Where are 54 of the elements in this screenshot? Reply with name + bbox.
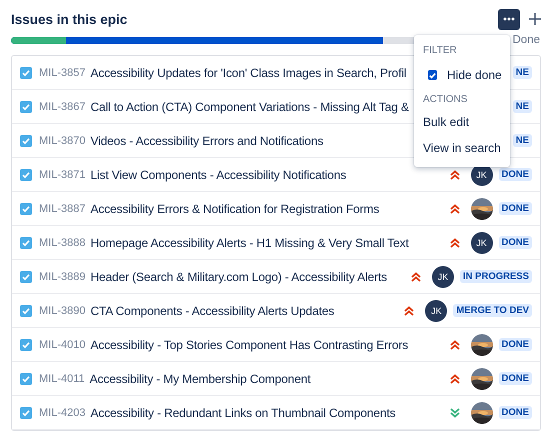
progress-label: Done <box>512 34 540 46</box>
menu-item-label: Hide done <box>447 68 502 82</box>
issue-key[interactable]: MIL-3867 <box>39 100 86 112</box>
issue-row[interactable]: MIL-3890 CTA Components - Accessibility Alerts Updates JK MERGE TO DEV <box>12 294 540 328</box>
status-lozenge: DONE <box>498 372 532 385</box>
issue-row[interactable]: MIL-4011 Accessibility - My Membership Component DONE <box>12 362 540 396</box>
status-lozenge: MERGE TO DEV <box>453 304 532 317</box>
issue-key[interactable]: MIL-4011 <box>39 372 85 384</box>
issue-row[interactable]: MIL-4010 Accessibility - Top Stories Component Has Contrasting Errors DONE <box>12 328 540 362</box>
user-avatar[interactable]: JK <box>470 232 493 254</box>
menu-heading: FILTER <box>422 44 458 58</box>
issue-summary[interactable]: CTA Components - Accessibility Alerts Updates <box>90 304 334 318</box>
status-lozenge: DONE <box>498 168 532 181</box>
status-lozenge: DONE <box>498 202 532 215</box>
user-avatar[interactable]: JK <box>425 300 448 322</box>
issue-summary[interactable]: Videos - Accessibility Errors and Notifications <box>90 134 324 148</box>
issue-row[interactable]: MIL-3888 Homepage Accessibility Alerts - H1 Missing & Very Small Text JK DONE <box>12 226 540 260</box>
issue-key[interactable]: MIL-4203 <box>39 406 86 418</box>
issue-key[interactable]: MIL-3857 <box>39 66 86 78</box>
issue-key[interactable]: MIL-3890 <box>39 304 86 316</box>
issue-summary[interactable]: Accessibility - Top Stories Component Has Contrasting Errors <box>90 338 408 352</box>
status-lozenge: NE <box>512 134 532 147</box>
section-title: Issues in this epic <box>11 12 128 26</box>
issue-row[interactable]: MIL-3889 Header (Search & Military.com Logo) - Accessibility Alerts JK IN PROGRESS <box>12 260 540 294</box>
menu-item[interactable]: View in search <box>414 135 510 161</box>
menu-checkbox-item[interactable]: Hide done <box>414 60 510 90</box>
issue-key[interactable]: MIL-4010 <box>39 338 86 350</box>
issue-summary[interactable]: Accessibility Updates for 'Icon' Class Images in Search, Profil <box>90 66 406 80</box>
status-lozenge: DONE <box>498 338 532 351</box>
user-avatar[interactable]: JK <box>432 266 454 288</box>
issue-key[interactable]: MIL-3889 <box>39 270 86 282</box>
issue-summary[interactable]: Call to Action (CTA) Component Variations - Missing Alt Tag & <box>90 100 409 114</box>
more-button[interactable] <box>498 8 520 30</box>
status-lozenge: NE <box>512 100 532 113</box>
issue-key[interactable]: MIL-3887 <box>39 202 86 214</box>
issue-key[interactable]: MIL-3870 <box>39 134 86 146</box>
issue-row[interactable]: MIL-4203 Accessibility - Redundant Links on Thumbnail Components DONE <box>12 396 540 430</box>
issue-summary[interactable]: Header (Search & Military.com Logo) - Accessibility Alerts <box>90 270 387 284</box>
status-lozenge: NE <box>512 66 532 79</box>
issue-key[interactable]: MIL-3871 <box>39 168 86 180</box>
checkbox[interactable] <box>428 70 437 80</box>
menu-heading: ACTIONS <box>422 93 468 107</box>
status-lozenge: IN PROGRESS <box>460 270 532 283</box>
issue-summary[interactable]: List View Components - Accessibility Notifications <box>90 168 346 182</box>
issue-summary[interactable]: Homepage Accessibility Alerts - H1 Missing & Very Small Text <box>90 236 409 250</box>
more-icon <box>503 17 515 21</box>
issue-summary[interactable]: Accessibility - Redundant Links on Thumbnail Components <box>90 406 396 420</box>
issue-summary[interactable]: Accessibility - My Membership Component <box>90 372 311 386</box>
issue-key[interactable]: MIL-3888 <box>39 236 86 248</box>
status-lozenge: DONE <box>498 406 532 419</box>
issue-summary[interactable]: Accessibility Errors & Notification for Registration Forms <box>90 202 380 216</box>
issue-row[interactable]: MIL-3887 Accessibility Errors & Notification for Registration Forms DONE <box>12 192 540 226</box>
status-lozenge: DONE <box>498 236 532 249</box>
add-icon[interactable] <box>528 12 542 26</box>
